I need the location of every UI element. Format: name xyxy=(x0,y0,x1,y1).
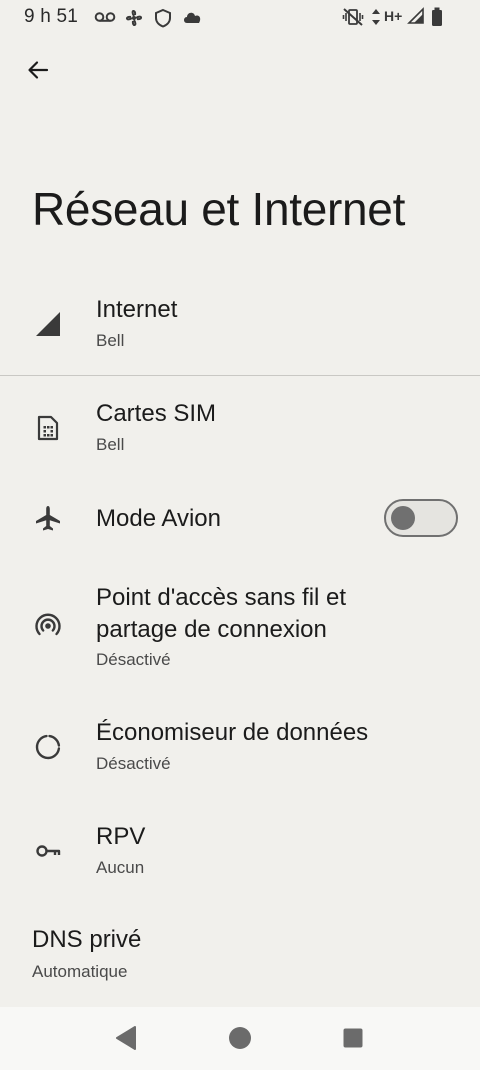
signal-icon-container xyxy=(30,306,66,342)
nav-back-button[interactable] xyxy=(114,1025,138,1051)
sim-card-icon xyxy=(37,415,59,441)
sim-icon-container xyxy=(30,410,66,446)
airplane-icon xyxy=(36,506,60,531)
vpn-subtitle: Aucun xyxy=(96,858,145,877)
internet-subtitle: Bell xyxy=(96,331,125,350)
page-title: Réseau et Internet xyxy=(32,183,406,235)
nav-recents-button[interactable] xyxy=(342,1027,364,1049)
sim-title: Cartes SIM xyxy=(96,400,217,427)
vibrate-off-icon xyxy=(342,8,364,26)
divider xyxy=(0,375,480,376)
navigation-bar xyxy=(0,1007,480,1070)
key-icon xyxy=(36,845,61,857)
internet-title: Internet xyxy=(96,296,178,323)
data-activity-icon xyxy=(372,9,380,25)
hotspot-title-line2: partage de connexion xyxy=(96,616,327,643)
airplane-mode-toggle[interactable] xyxy=(384,499,458,537)
status-bar: 9 h 51 H+ xyxy=(0,0,480,34)
hotspot-icon-container xyxy=(30,608,66,644)
airplane-title: Mode Avion xyxy=(96,505,221,532)
hotspot-icon xyxy=(35,613,61,636)
setting-data-saver[interactable]: Économiseur de données Désactivé xyxy=(0,713,480,797)
data-saver-icon-container xyxy=(30,729,66,765)
sim-subtitle: Bell xyxy=(96,435,125,454)
vpn-title: RPV xyxy=(96,823,146,850)
hotspot-title-line1: Point d'accès sans fil et xyxy=(96,584,347,611)
setting-sim-cards[interactable]: Cartes SIM Bell xyxy=(0,394,480,478)
status-time: 9 h 51 xyxy=(24,6,79,27)
toggle-knob xyxy=(391,506,415,530)
voicemail-icon xyxy=(94,12,116,22)
airplane-icon-container xyxy=(30,500,66,536)
data-saver-subtitle: Désactivé xyxy=(96,754,171,773)
private-dns-subtitle: Automatique xyxy=(32,962,128,981)
shield-icon xyxy=(155,8,171,28)
settings-screen: 9 h 51 H+ Réseau et Internet Internet Be… xyxy=(0,0,480,1070)
data-saver-title: Économiseur de données xyxy=(96,719,369,746)
battery-icon xyxy=(432,7,442,26)
cell-signal-icon xyxy=(36,312,60,336)
back-button[interactable] xyxy=(18,50,58,90)
setting-vpn[interactable]: RPV Aucun xyxy=(0,817,480,901)
vpn-icon-container xyxy=(30,833,66,869)
nav-home-button[interactable] xyxy=(228,1026,252,1050)
arrow-back-icon xyxy=(28,61,49,79)
hotspot-subtitle: Désactivé xyxy=(96,650,171,669)
setting-internet[interactable]: Internet Bell xyxy=(0,290,480,374)
cloud-icon xyxy=(184,12,201,23)
setting-hotspot-tethering[interactable]: Point d'accès sans fil et partage de con… xyxy=(0,582,480,674)
network-type-label: H+ xyxy=(384,8,403,24)
fan-icon xyxy=(126,10,142,26)
cell-signal-icon xyxy=(407,7,424,24)
setting-private-dns[interactable]: DNS privé Automatique xyxy=(0,922,480,986)
data-saver-icon xyxy=(35,734,61,760)
private-dns-title: DNS privé xyxy=(32,926,142,953)
